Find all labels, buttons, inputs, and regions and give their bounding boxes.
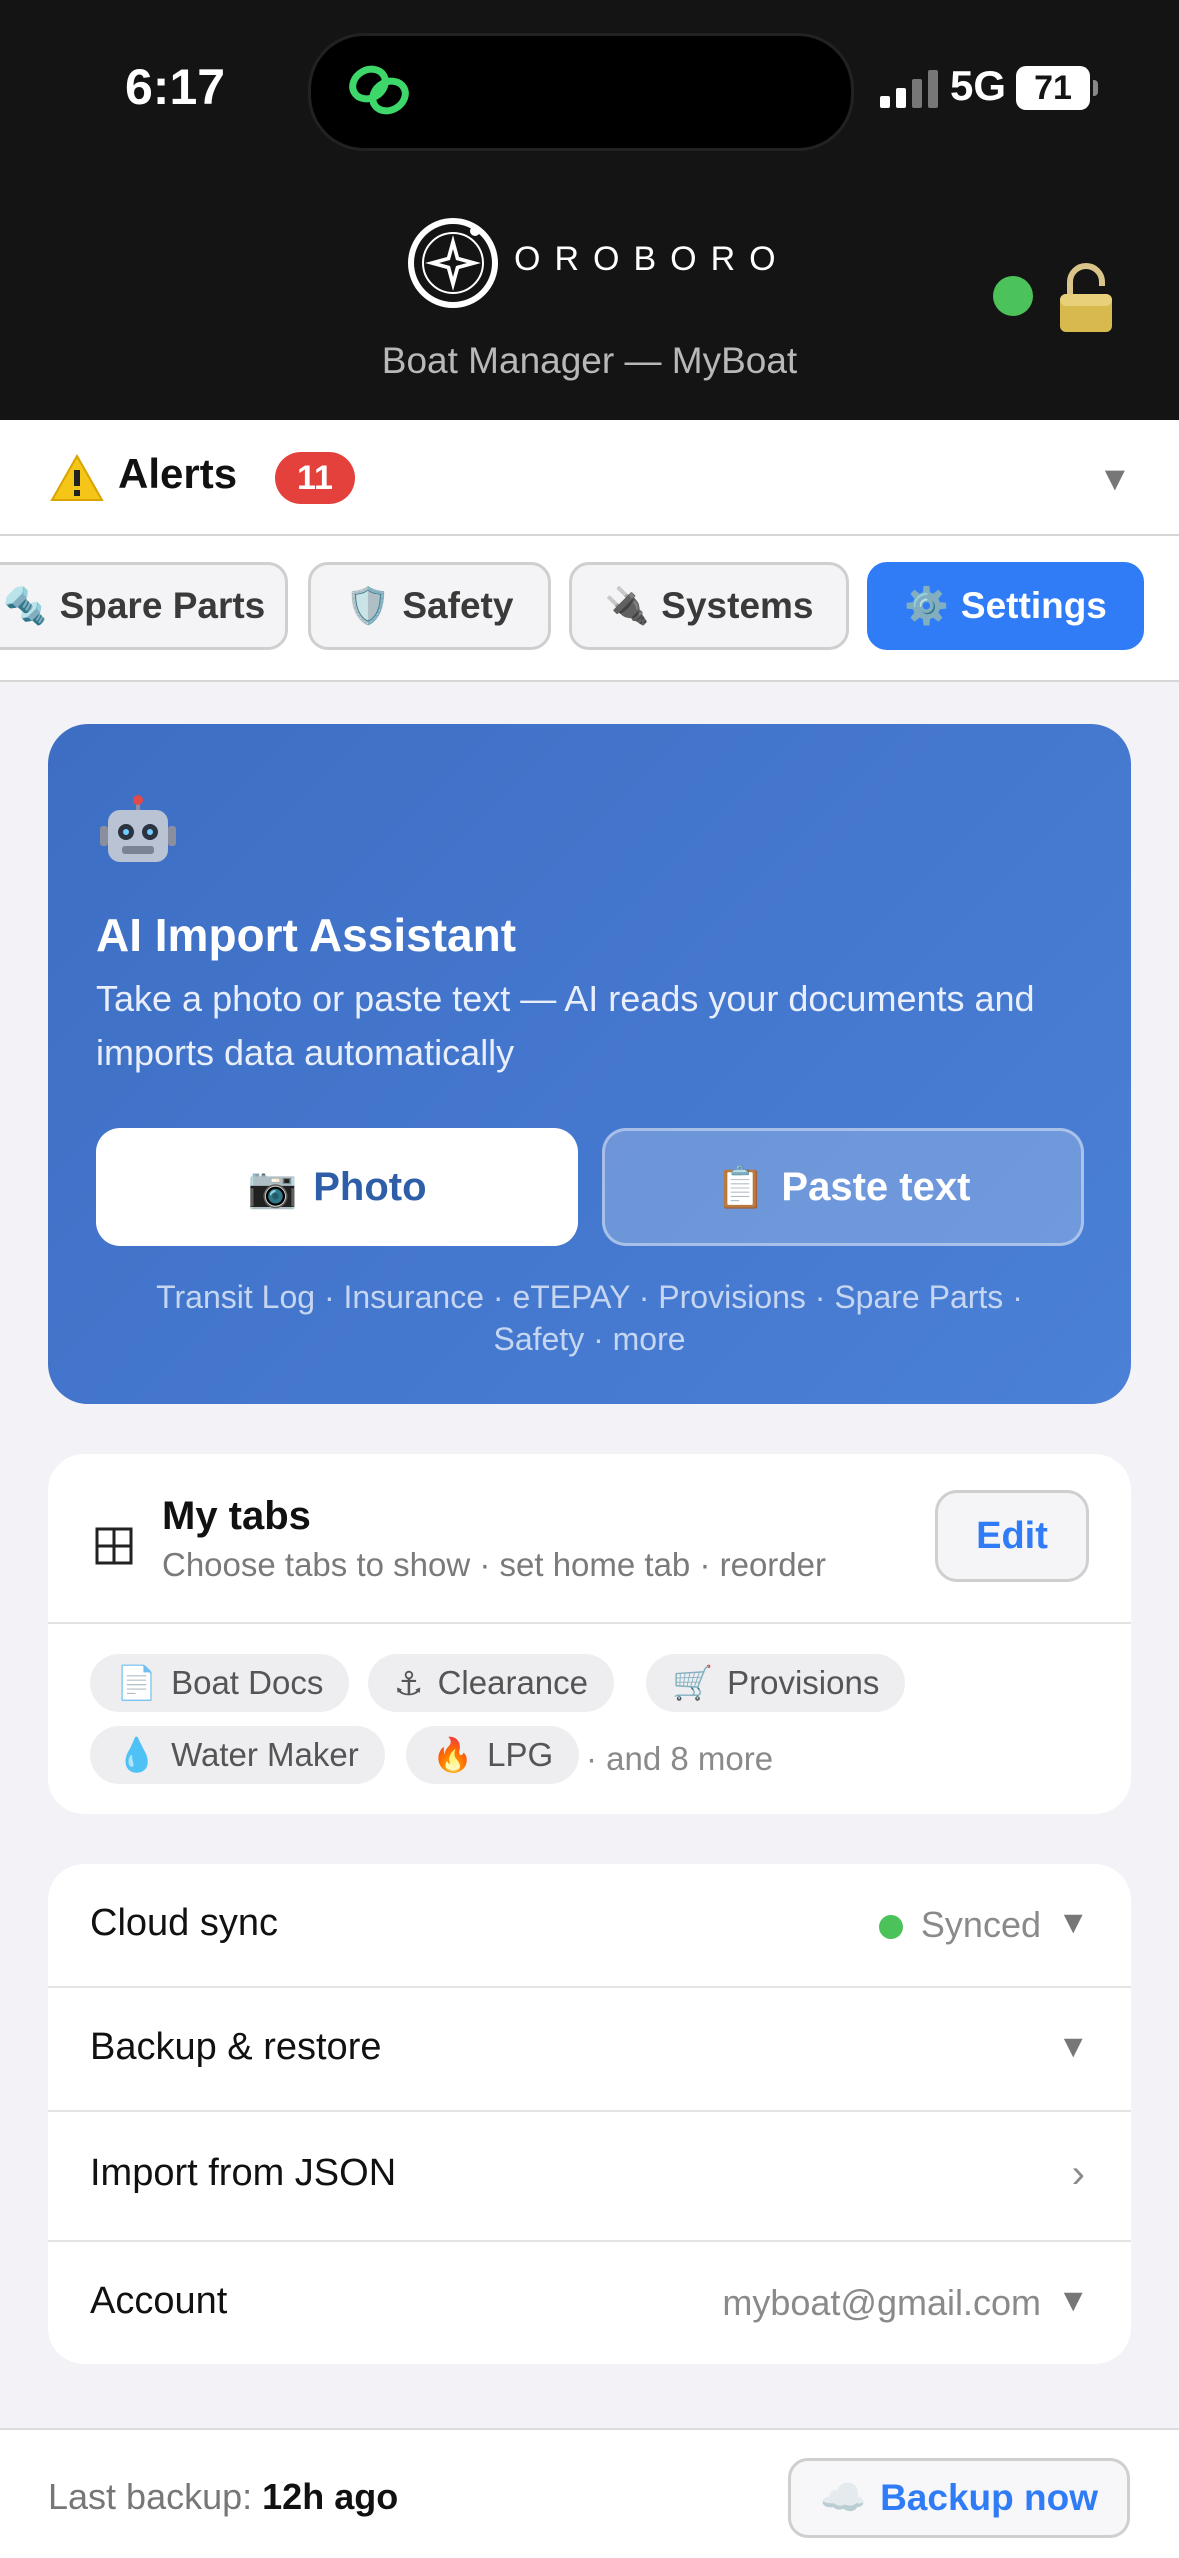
cart-icon: 🛒 [672, 1663, 714, 1701]
chip-label: Provisions [727, 1664, 880, 1701]
divider [48, 1622, 1131, 1624]
alerts-bar[interactable]: Alerts 11 ▼ [0, 420, 1179, 536]
tab-chip-clearance: ⚓ Clearance [368, 1654, 615, 1712]
header-subtitle: Boat Manager — MyBoat [381, 340, 798, 381]
water-drop-icon: 💧 [116, 1735, 158, 1773]
tab-chip-boat-docs: 📄 Boat Docs [90, 1654, 350, 1712]
warning-icon [50, 454, 104, 501]
my-tabs-card: My tabs Choose tabs to show · set home t… [48, 1454, 1131, 1814]
last-backup-info: Last backup: 12h ago [48, 2476, 398, 2518]
gear-icon: ⚙️ [904, 585, 949, 626]
sync-status: Synced [878, 1904, 1041, 1946]
edit-tabs-button[interactable]: Edit [935, 1490, 1089, 1582]
backup-now-button[interactable]: ☁️ Backup now [788, 2458, 1130, 2538]
network-type: 5G [950, 62, 1007, 109]
paste-button-label: Paste text [781, 1164, 971, 1209]
tab-label: Safety [402, 585, 514, 626]
chip-label: Boat Docs [171, 1664, 324, 1701]
app-header: 6:17 5G 71 OROBORO Boat Manager — MyBoat [0, 0, 1179, 420]
online-status-dot [993, 276, 1033, 316]
tab-label: Spare Parts [59, 585, 266, 626]
document-icon: 📄 [116, 1663, 158, 1701]
tab-spare-parts[interactable]: 🔩 Spare Parts [0, 562, 288, 650]
photo-button[interactable]: 📷 Photo [96, 1128, 578, 1246]
chevron-down-icon[interactable]: ▼ [1057, 1904, 1089, 1941]
robot-icon [100, 795, 176, 862]
my-tabs-subtitle: Choose tabs to show · set home tab · reo… [162, 1546, 826, 1583]
tab-chip-water-maker: 💧 Water Maker [90, 1726, 385, 1784]
chevron-down-icon[interactable]: ▼ [1057, 2282, 1089, 2319]
paste-text-button[interactable]: 📋 Paste text [602, 1128, 1084, 1246]
sync-status-dot [878, 1915, 903, 1940]
flame-icon: 🔥 [432, 1735, 474, 1773]
supported-import-types: Transit Log · Insurance · eTEPAY · Provi… [156, 1279, 1023, 1357]
chevron-right-icon[interactable]: › [1072, 2152, 1085, 2197]
settings-row-import-json[interactable]: Import from JSON › [48, 2112, 1131, 2242]
anchor-icon: ⚓ [394, 1664, 424, 1702]
settings-row-account[interactable]: Account myboat@gmail.com ▼ [48, 2242, 1131, 2364]
chip-label: Water Maker [171, 1736, 359, 1773]
battery-indicator: 71 [1016, 66, 1098, 110]
plug-icon: 🔌 [604, 585, 650, 626]
account-email: myboat@gmail.com [722, 2282, 1041, 2323]
ai-import-card: AI Import Assistant Take a photo or past… [48, 724, 1131, 1404]
chip-label: Clearance [437, 1664, 589, 1701]
row-label: Import from JSON [90, 2152, 397, 2194]
wrench-icon: 🔩 [2, 585, 48, 626]
link-rings-icon [349, 65, 409, 115]
tab-safety[interactable]: 🛡️ Safety [308, 562, 551, 650]
chevron-down-icon[interactable]: ▼ [1057, 2028, 1089, 2065]
backup-button-label: Backup now [880, 2477, 1098, 2518]
compass-logo-icon [408, 218, 498, 308]
row-label: Cloud sync [90, 1902, 278, 1944]
dynamic-island [308, 33, 854, 151]
ai-import-title: AI Import Assistant [96, 909, 517, 961]
camera-icon: 📷 [247, 1165, 298, 1210]
row-label: Backup & restore [90, 2026, 382, 2068]
chevron-down-icon[interactable]: ▼ [1098, 460, 1132, 499]
tab-chip-lpg: 🔥 LPG [406, 1726, 580, 1784]
row-label: Account [90, 2280, 228, 2322]
grid-icon [95, 1527, 133, 1565]
lock-open-icon[interactable] [1058, 262, 1114, 334]
brand-name: OROBORO [514, 240, 790, 278]
tab-label: Systems [661, 585, 814, 626]
settings-row-cloud-sync[interactable]: Cloud sync Synced ▼ [48, 1864, 1131, 1988]
tab-settings[interactable]: ⚙️ Settings [867, 562, 1144, 650]
alerts-count-badge: 11 [275, 452, 355, 504]
photo-button-label: Photo [313, 1164, 427, 1209]
chip-label: LPG [487, 1736, 554, 1773]
bottom-backup-bar: Last backup: 12h ago ☁️ Backup now [0, 2428, 1179, 2558]
more-tabs-count: · and 8 more [586, 1740, 774, 1777]
status-time: 6:17 [125, 59, 226, 115]
sync-status-text: Synced [920, 1904, 1041, 1945]
signal-icon [880, 70, 938, 108]
settings-list: Cloud sync Synced ▼ Backup & restore ▼ I… [48, 1864, 1131, 2364]
last-backup-value: 12h ago [262, 2476, 399, 2517]
clipboard-icon: 📋 [715, 1165, 766, 1210]
shield-icon: 🛡️ [345, 585, 391, 626]
tab-systems[interactable]: 🔌 Systems [569, 562, 849, 650]
cloud-icon: ☁️ [820, 2476, 867, 2518]
alerts-label: Alerts [118, 450, 238, 497]
tab-bar: 🔩 Spare Parts 🛡️ Safety 🔌 Systems ⚙️ Set… [0, 536, 1179, 682]
my-tabs-title: My tabs [162, 1494, 311, 1538]
tab-chip-provisions: 🛒 Provisions [646, 1654, 906, 1712]
settings-row-backup-restore[interactable]: Backup & restore ▼ [48, 1988, 1131, 2112]
tab-label: Settings [960, 585, 1107, 626]
ai-import-description: Take a photo or paste text — AI reads yo… [96, 978, 1035, 1073]
last-backup-label: Last backup: [48, 2476, 253, 2517]
